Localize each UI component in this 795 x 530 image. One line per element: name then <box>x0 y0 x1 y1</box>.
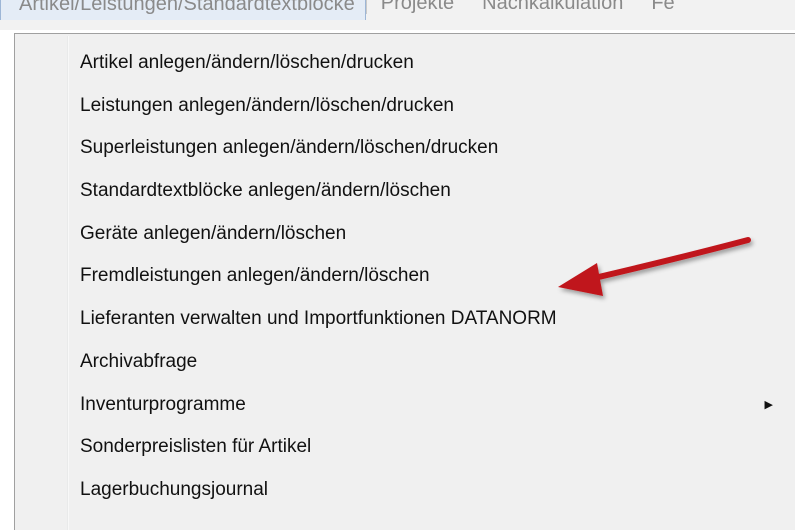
menu-item-label: Leistungen anlegen/ändern/löschen/drucke… <box>80 94 454 116</box>
dropdown-menu: Artikel anlegen/ändern/löschen/drucken L… <box>14 33 795 530</box>
menu-item-archivabfrage[interactable]: Archivabfrage <box>15 341 795 384</box>
menu-item-label: Lagerbuchungsjournal <box>80 478 269 500</box>
menu-item-label: Inventurprogramme <box>80 393 246 415</box>
menu-projekte[interactable]: Projekte <box>367 0 468 20</box>
menu-item-artikel[interactable]: Artikel anlegen/ändern/löschen/drucken <box>15 42 795 85</box>
menu-fe[interactable]: Fe <box>637 0 688 20</box>
menu-item-fremdleistungen[interactable]: Fremdleistungen anlegen/ändern/löschen <box>15 255 795 298</box>
menu-item-label: Artikel anlegen/ändern/löschen/drucken <box>80 52 414 73</box>
menu-item-label: Superleistungen anlegen/ändern/löschen/d… <box>80 137 499 159</box>
menu-item-superleistungen[interactable]: Superleistungen anlegen/ändern/löschen/d… <box>15 127 795 170</box>
chevron-right-icon: ▶ <box>764 398 773 411</box>
dropdown-list: Artikel anlegen/ändern/löschen/drucken L… <box>15 42 795 512</box>
menu-bar: Artikel/Leistungen/Standardtextblöcke Pr… <box>0 0 795 30</box>
menu-bar-items: Artikel/Leistungen/Standardtextblöcke Pr… <box>0 0 689 20</box>
menu-item-label: Lieferanten verwalten und Importfunktion… <box>80 308 557 330</box>
menu-item-lieferanten[interactable]: Lieferanten verwalten und Importfunktion… <box>15 298 795 341</box>
menu-item-geraete[interactable]: Geräte anlegen/ändern/löschen <box>15 213 795 256</box>
menu-item-lagerbuchungsjournal[interactable]: Lagerbuchungsjournal <box>15 469 795 512</box>
menu-item-inventurprogramme[interactable]: Inventurprogramme ▶ <box>15 384 795 427</box>
menu-item-leistungen[interactable]: Leistungen anlegen/ändern/löschen/drucke… <box>15 85 795 128</box>
menu-nachkalkulation[interactable]: Nachkalkulation <box>468 0 637 20</box>
menu-item-label: Archivabfrage <box>80 350 198 372</box>
menu-artikel-leistungen[interactable]: Artikel/Leistungen/Standardtextblöcke <box>0 0 366 20</box>
menu-item-label: Fremdleistungen anlegen/ändern/löschen <box>80 265 430 287</box>
menu-item-sonderpreislisten[interactable]: Sonderpreislisten für Artikel <box>15 426 795 469</box>
menu-item-label: Geräte anlegen/ändern/löschen <box>80 222 347 244</box>
menu-item-standardtextbloecke[interactable]: Standardtextblöcke anlegen/ändern/lösche… <box>15 170 795 213</box>
menu-item-label: Sonderpreislisten für Artikel <box>80 436 312 458</box>
menu-item-label: Standardtextblöcke anlegen/ändern/lösche… <box>80 180 451 202</box>
